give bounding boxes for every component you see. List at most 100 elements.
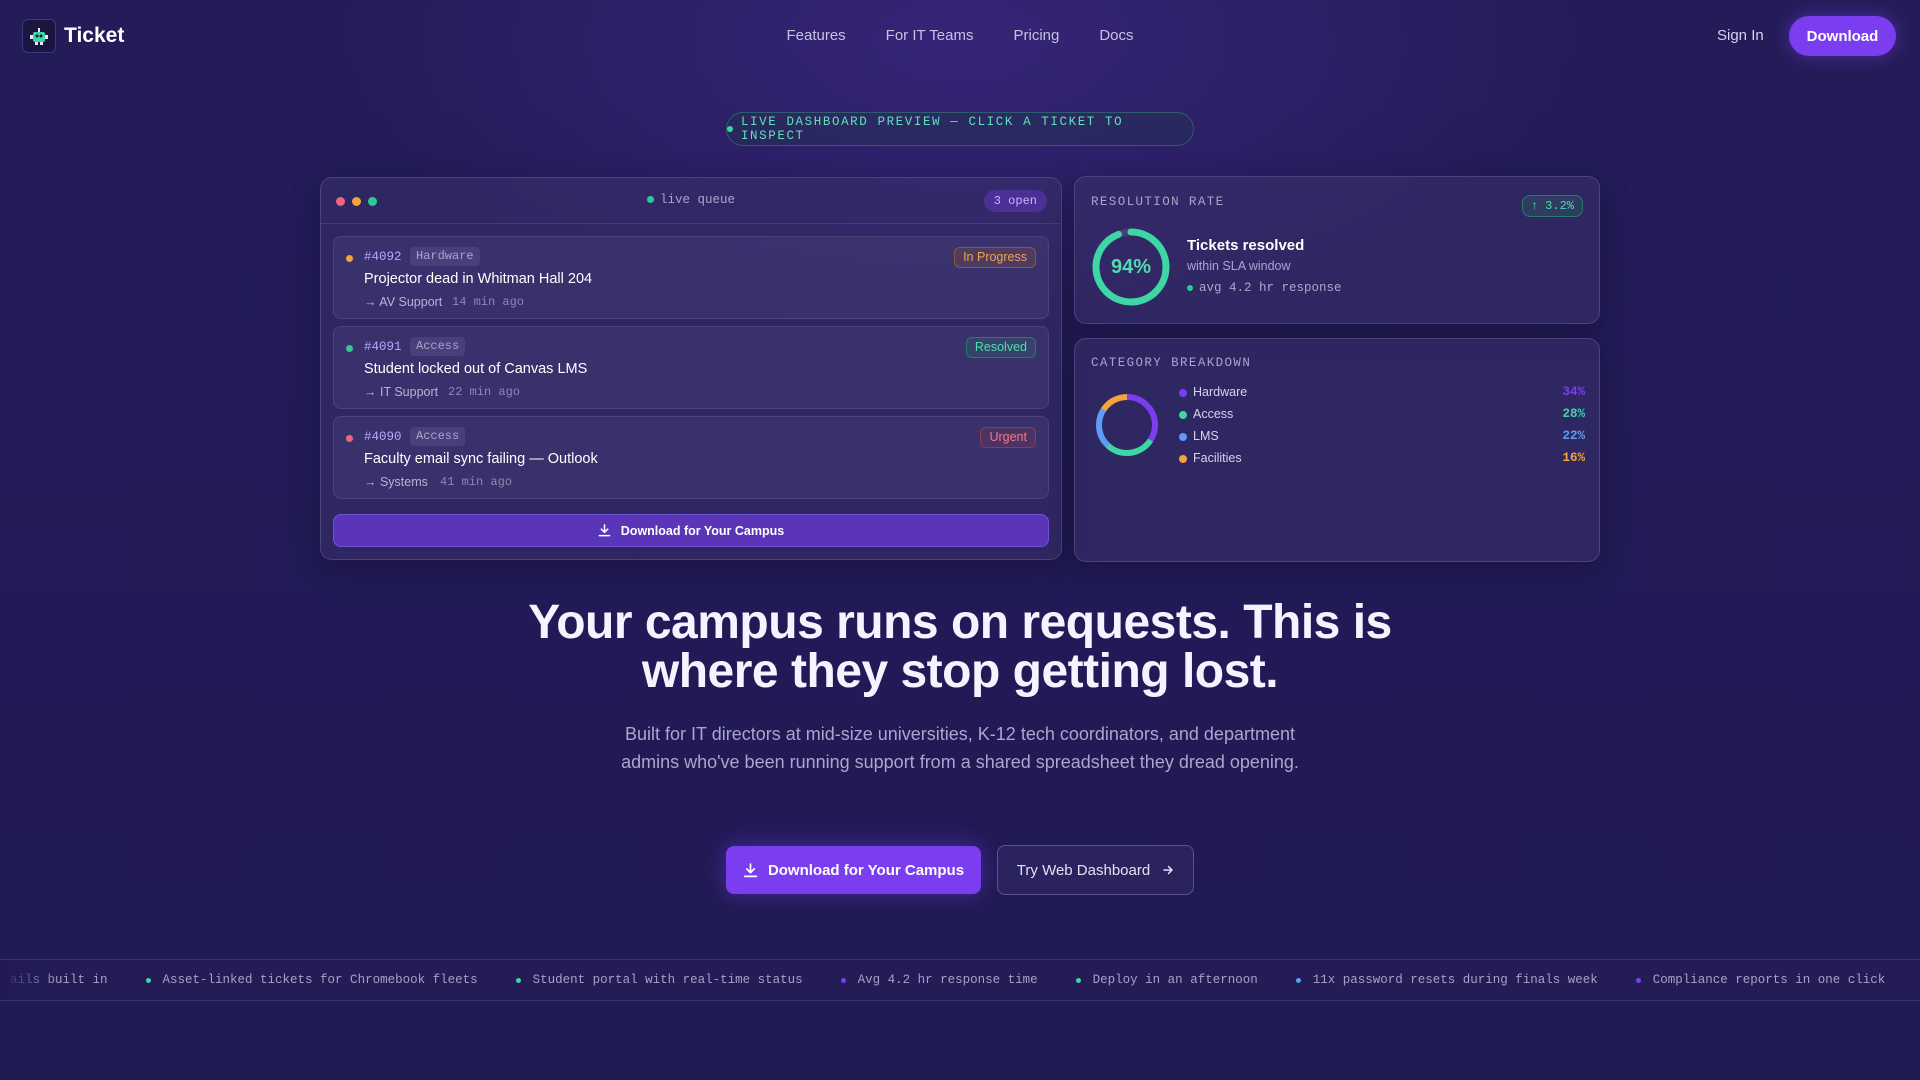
ticket-category: Access: [410, 337, 466, 356]
ticker-text: Deploy in an afternoon: [1092, 973, 1258, 987]
legend-dot: [1179, 433, 1187, 441]
ticket-team: → IT Support: [364, 385, 439, 399]
legend-dot: [1179, 389, 1187, 397]
ticker-item: Deploy in an afternoon: [1038, 973, 1258, 987]
hero-headline-line-1: Your campus runs on requests. This is: [528, 596, 1392, 649]
ticker-dot: [145, 977, 151, 983]
download-icon: [598, 524, 611, 537]
ticket-time: 14 min ago: [452, 295, 525, 309]
ticker-dot: [515, 977, 521, 983]
ticket-category: Access: [410, 427, 466, 446]
ticker-dot: [840, 977, 846, 983]
legend-value: 28%: [1562, 407, 1585, 421]
nav-link-it-teams[interactable]: For IT Teams: [886, 27, 974, 44]
ticket-category: Hardware: [410, 247, 480, 266]
live-dot: [646, 196, 654, 204]
resolution-rate-label: RESOLUTION RATE: [1091, 195, 1225, 209]
queue-download-label: Download for Your Campus: [620, 523, 785, 538]
ticket-team: → Systems: [364, 475, 428, 489]
ticker-text: Student portal with real-time status: [532, 973, 803, 987]
ticket-id: #4090: [364, 430, 402, 444]
arrow-right-icon: [1163, 865, 1173, 875]
ticket-status-dot: [346, 255, 353, 262]
ticker-item: Avg 4.2 hr response time: [803, 973, 1038, 987]
legend-name: Facilities: [1193, 451, 1242, 465]
ticker-fade: [0, 960, 60, 1000]
ticker-dot: [1635, 977, 1641, 983]
ticket-team: → AV Support: [364, 295, 443, 309]
live-preview-label: LIVE DASHBOARD PREVIEW — CLICK A TICKET …: [740, 115, 1124, 143]
resolution-rate-card: RESOLUTION RATE ↑ 3.2% 94% Tickets resol…: [1074, 176, 1600, 324]
legend-value: 16%: [1562, 451, 1585, 465]
hero-headline-line-2: where they stop getting lost.: [641, 645, 1279, 698]
ticket-row[interactable]: #4090 Access Faculty email sync failing …: [333, 416, 1049, 499]
open-count-badge: 3 open: [983, 190, 1047, 212]
avg-response-text: avg 4.2 hr response: [1199, 281, 1342, 295]
legend-item-access: Access 28%: [1179, 405, 1585, 427]
legend-item-hardware: Hardware 34%: [1179, 383, 1585, 405]
ticker-text: Compliance reports in one click: [1652, 973, 1886, 987]
avg-dot: [1187, 284, 1193, 291]
nav-links: Features For IT Teams Pricing Docs: [0, 27, 1920, 44]
ticker-text: 11x password resets during finals week: [1312, 973, 1598, 987]
hero-download-button[interactable]: Download for Your Campus: [726, 846, 981, 894]
ticket-title: Faculty email sync failing — Outlook: [364, 451, 598, 467]
live-preview-pill: LIVE DASHBOARD PREVIEW — CLICK A TICKET …: [726, 112, 1194, 146]
feature-ticker: ails built in Asset-linked tickets for C…: [0, 959, 1920, 1001]
legend-dot: [1179, 455, 1187, 463]
rate-change-badge: ↑ 3.2%: [1521, 195, 1583, 217]
legend-dot: [1179, 411, 1187, 419]
nav-link-docs[interactable]: Docs: [1099, 27, 1133, 44]
ticker-item: Compliance reports in one click: [1598, 973, 1886, 987]
status-dot: [727, 126, 733, 132]
ticker-dot: [1295, 977, 1301, 983]
ticket-title: Student locked out of Canvas LMS: [364, 361, 588, 377]
legend-item-facilities: Facilities 16%: [1179, 449, 1585, 471]
try-web-dashboard-button[interactable]: Try Web Dashboard: [997, 845, 1194, 895]
category-breakdown-card: CATEGORY BREAKDOWN Hardware 34% Access 2…: [1074, 338, 1600, 562]
queue-download-button[interactable]: Download for Your Campus: [333, 514, 1049, 547]
hero-subtext: Built for IT directors at mid-size unive…: [621, 724, 1299, 772]
resolution-subtitle: within SLA window: [1187, 259, 1291, 273]
category-breakdown-label: CATEGORY BREAKDOWN: [1091, 356, 1252, 370]
ticket-status-dot: [346, 435, 353, 442]
legend-name: Access: [1193, 407, 1234, 421]
hero-download-label: Download for Your Campus: [767, 861, 965, 879]
nav-download-button[interactable]: Download: [1789, 16, 1896, 56]
live-queue-label: live queue: [659, 193, 735, 207]
nav-link-features[interactable]: Features: [786, 27, 845, 44]
ticket-id: #4091: [364, 340, 402, 354]
ticket-row[interactable]: #4091 Access Student locked out of Canva…: [333, 326, 1049, 409]
ticker-dot: [1075, 977, 1081, 983]
ticker-text: Avg 4.2 hr response time: [857, 973, 1038, 987]
ticker-item: Student portal with real-time status: [478, 973, 803, 987]
ticker-text: Asset-linked tickets for Chromebook flee…: [162, 973, 478, 987]
legend-value: 34%: [1562, 385, 1585, 399]
nav-link-pricing[interactable]: Pricing: [1013, 27, 1059, 44]
sign-in-link[interactable]: Sign In: [1717, 27, 1764, 44]
category-donut: [1096, 394, 1158, 456]
hero-headline: Your campus runs on requests. This is wh…: [0, 598, 1920, 696]
ticket-status-dot: [346, 345, 353, 352]
try-web-dashboard-label: Try Web Dashboard: [1016, 861, 1151, 879]
ticket-id: #4092: [364, 250, 402, 264]
download-icon: [743, 862, 758, 877]
live-queue-card: live queue 3 open #4092 Hardware Project…: [320, 177, 1062, 560]
ticker-item: 11x password resets during finals week: [1258, 973, 1598, 987]
resolution-title: Tickets resolved: [1187, 237, 1305, 254]
ticker-row: ails built in Asset-linked tickets for C…: [10, 973, 1885, 987]
ticket-time: 41 min ago: [440, 475, 513, 489]
ticket-row[interactable]: #4092 Hardware Projector dead in Whitman…: [333, 236, 1049, 319]
live-queue-title: live queue: [321, 193, 1061, 207]
resolution-percent: 94%: [1110, 255, 1152, 278]
status-badge: Resolved: [965, 337, 1036, 358]
status-badge: In Progress: [954, 247, 1036, 268]
ticker-item: Asset-linked tickets for Chromebook flee…: [108, 973, 478, 987]
legend-name: Hardware: [1193, 385, 1248, 399]
queue-header: live queue 3 open: [321, 178, 1061, 224]
status-badge: Urgent: [980, 427, 1036, 448]
legend-value: 22%: [1562, 429, 1585, 443]
ticket-time: 22 min ago: [448, 385, 521, 399]
ticket-title: Projector dead in Whitman Hall 204: [364, 271, 593, 287]
avg-response: avg 4.2 hr response: [1187, 281, 1342, 295]
